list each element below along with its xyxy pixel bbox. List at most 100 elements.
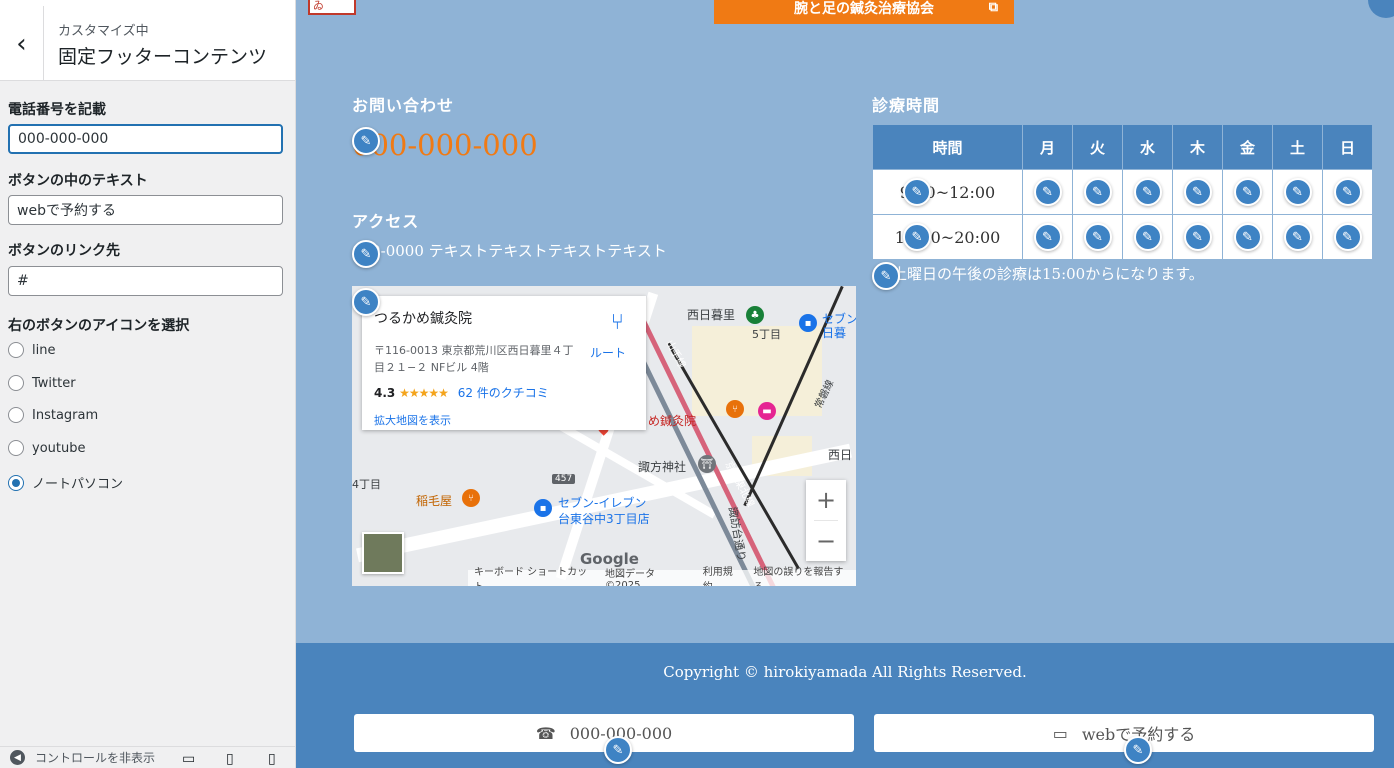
phone-input[interactable] [8,124,283,154]
restaurant-icon: ⑂ [726,400,744,418]
customizer-subtitle: カスタマイズ中 [58,24,149,39]
header-sat: 土 [1272,124,1323,170]
button-text-input[interactable] [8,195,283,225]
edit-pencil-icon[interactable]: ✎ [1133,178,1162,206]
tablet-preview-icon[interactable]: ▯ [226,751,234,767]
map-label: 日暮 [822,326,847,340]
edit-pencil-icon[interactable]: ✎ [1333,223,1362,251]
radio-label: youtube [32,440,86,456]
back-button[interactable]: ‹ [0,6,44,81]
view-larger-map-link[interactable]: 拡大地図を表示 [374,412,451,428]
radio-label: line [32,342,56,358]
edit-pencil-icon[interactable]: ✎ [352,127,380,155]
radio-label: Instagram [32,407,99,423]
radio-button-selected[interactable] [8,474,24,491]
terms-link[interactable]: 利用規約 [703,563,742,586]
access-address: 000-0000 テキストテキストテキストテキスト [352,242,667,260]
edit-pencil-icon[interactable]: ✎ [1183,178,1212,206]
edit-pencil-icon[interactable]: ✎ [1033,178,1062,206]
header-mon: 月 [1022,124,1073,170]
edit-pencil-icon[interactable]: ✎ [604,736,632,764]
edit-pencil-icon[interactable]: ✎ [1233,223,1262,251]
site-logo[interactable]: ゐ [308,0,356,15]
edit-pencil-icon[interactable]: ✎ [352,240,380,268]
edit-pencil-icon[interactable]: ✎ [1033,223,1062,251]
radio-line[interactable]: line [8,342,55,358]
radio-twitter[interactable]: Twitter [8,375,76,391]
map-label: セブン-イレブン [558,496,647,510]
edit-pencil-icon[interactable]: ✎ [872,262,900,290]
star-rating-icon: ★★★★★ [399,386,449,400]
reviews-link[interactable]: 62 件のクチコミ [458,386,549,400]
radio-instagram[interactable]: Instagram [8,407,98,423]
fixed-footer: Copyright © hirokiyamada All Rights Rese… [296,643,1394,768]
customizer-sidebar: ‹ カスタマイズ中 固定フッターコンテンツ 電話番号を記載 ボタンの中のテキスト… [0,0,296,768]
time-cell: 9:00~12:00 ✎ [872,169,1023,215]
zoom-control: + − [806,480,846,561]
day-cell: ✎ [1122,169,1173,215]
directions-link[interactable]: ルート [590,344,626,361]
place-address: 〒116-0013 東京都荒川区西日暮里４丁目２１−２ NFビル 4階 [374,344,574,374]
edit-pencil-icon[interactable]: ✎ [1083,223,1112,251]
day-cell: ✎ [1172,169,1223,215]
directions-icon[interactable]: ⑂ [611,310,624,335]
edit-pencil-icon[interactable]: ✎ [1283,178,1312,206]
association-link-button[interactable]: 腕と足の鍼灸治療協会 ⧉ [714,0,1014,24]
map-label: 諏方神社 [638,460,687,474]
contact-phone[interactable]: 000-000-000 [352,128,538,162]
radio-youtube[interactable]: youtube [8,440,85,456]
edit-pencil-icon[interactable]: ✎ [1083,178,1112,206]
button-link-label: ボタンのリンク先 [8,243,120,259]
place-name: つるかめ鍼灸院 [374,311,472,327]
day-cell: ✎ [1172,214,1223,260]
radio-button[interactable] [8,342,24,358]
hide-controls-link[interactable]: コントロールを非表示 [35,749,155,766]
map-data-text: 地図データ ©2025 [605,569,656,586]
edit-pencil-icon[interactable]: ✎ [1124,736,1152,764]
header-tue: 火 [1072,124,1123,170]
keyboard-shortcuts-link[interactable]: キーボード ショートカット [474,563,593,586]
laptop-icon: ▭ [1052,723,1068,743]
map-attribution: キーボード ショートカット 地図データ ©2025 利用規約 地図の誤りを報告す… [468,567,856,586]
satellite-toggle[interactable] [362,532,404,574]
zoom-in-button[interactable]: + [806,480,846,520]
copyright-text: Copyright © hirokiyamada All Rights Rese… [663,663,1027,681]
radio-label: ノートパソコン [32,477,124,492]
rating-value: 4.3 [374,386,396,400]
menu-toggle-button[interactable] [1368,0,1394,18]
edit-pencil-icon[interactable]: ✎ [1183,223,1212,251]
table-header-row: 時間 月 火 水 木 金 土 日 [872,124,1373,170]
edit-pencil-icon[interactable]: ✎ [352,288,380,316]
collapse-icon[interactable]: ◀ [10,750,25,765]
mobile-preview-icon[interactable]: ▯ [268,751,276,767]
desktop-preview-icon[interactable]: ▭ [182,751,195,767]
chevron-left-icon: ‹ [16,28,27,59]
time-cell: 15:00~20:00 ✎ [872,214,1023,260]
map-label: 5丁目 [752,328,781,341]
google-map[interactable]: 西日暮里 ♣ 5丁目 ▪ セブン 日暮 め鍼灸院 ⑂ ▬ 諏方神社 ⛩ 4丁目 … [352,286,856,586]
edit-pencil-icon[interactable]: ✎ [1283,223,1312,251]
radio-button[interactable] [8,375,24,391]
report-error-link[interactable]: 地図の誤りを報告する [753,563,850,586]
map-label: 4丁目 [352,478,381,491]
radio-button[interactable] [8,407,24,423]
map-label: 稲毛屋 [416,494,453,508]
edit-pencil-icon[interactable]: ✎ [1133,223,1162,251]
zoom-out-button[interactable]: − [806,521,846,561]
edit-pencil-icon[interactable]: ✎ [903,223,931,251]
map-label: 西日 [828,448,853,462]
day-cell: ✎ [1122,214,1173,260]
access-title: アクセス [352,212,420,231]
edit-pencil-icon[interactable]: ✎ [1233,178,1262,206]
park-icon: ♣ [746,306,764,324]
button-text-label: ボタンの中のテキスト [8,173,148,189]
edit-pencil-icon[interactable]: ✎ [903,178,931,206]
radio-label: Twitter [32,375,76,391]
radio-laptop[interactable]: ノートパソコン [8,473,123,492]
table-row: 9:00~12:00 ✎ ✎ ✎ ✎ ✎ ✎ ✎ ✎ [872,169,1373,215]
contact-title: お問い合わせ [352,96,455,115]
day-cell: ✎ [1072,169,1123,215]
radio-button[interactable] [8,440,24,456]
button-link-input[interactable] [8,266,283,296]
edit-pencil-icon[interactable]: ✎ [1333,178,1362,206]
